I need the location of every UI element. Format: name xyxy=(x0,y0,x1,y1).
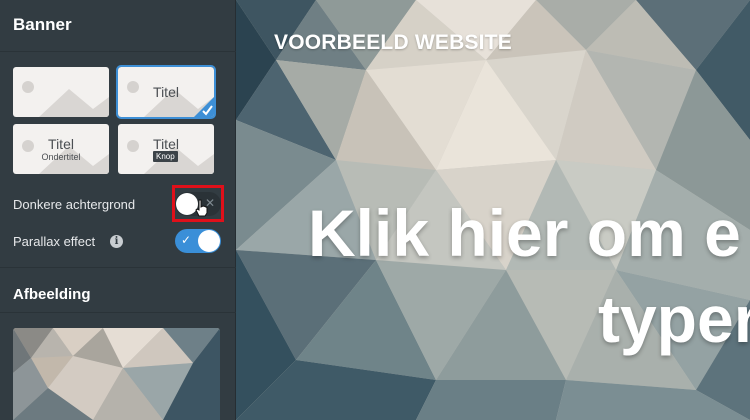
layout-option-image-only[interactable] xyxy=(13,67,109,117)
dark-background-label: Donkere achtergrond xyxy=(13,197,136,212)
sidebar: Banner Titel Titel Ondertitel Titel Knop… xyxy=(0,0,236,420)
divider xyxy=(0,51,236,52)
mountain-icon xyxy=(39,89,109,117)
layout-title-text: Titel xyxy=(153,136,179,152)
check-mark-icon: ✓ xyxy=(181,233,192,247)
info-icon[interactable]: i xyxy=(110,235,123,248)
toggle-knob xyxy=(198,230,220,252)
check-icon xyxy=(194,97,214,117)
layout-title-text: Titel xyxy=(48,136,74,152)
parallax-toggle[interactable]: ✓ xyxy=(175,229,221,253)
site-title[interactable]: VOORBEELD WEBSITE xyxy=(274,31,512,55)
parallax-label: Parallax effect xyxy=(13,234,96,249)
hero-line-1: Klik hier om e xyxy=(308,196,741,270)
layout-option-title-subtitle[interactable]: Titel Ondertitel xyxy=(13,124,109,174)
hero-heading[interactable]: Klik hier om e typer xyxy=(308,190,750,362)
banner-section-title: Banner xyxy=(13,15,72,34)
divider xyxy=(0,312,236,313)
layout-option-title[interactable]: Titel xyxy=(116,65,216,119)
hand-cursor-icon xyxy=(195,199,208,217)
layout-subtitle-text: Ondertitel xyxy=(41,152,81,162)
hero-line-2: typer xyxy=(598,282,750,356)
layout-button-text: Knop xyxy=(153,151,178,162)
website-preview: VOORBEELD WEBSITE Klik hier om e typer xyxy=(236,0,750,420)
banner-image-thumbnail[interactable] xyxy=(13,328,220,420)
divider xyxy=(0,267,236,268)
layout-option-title-button[interactable]: Titel Knop xyxy=(118,124,214,174)
image-section-title: Afbeelding xyxy=(13,286,91,303)
